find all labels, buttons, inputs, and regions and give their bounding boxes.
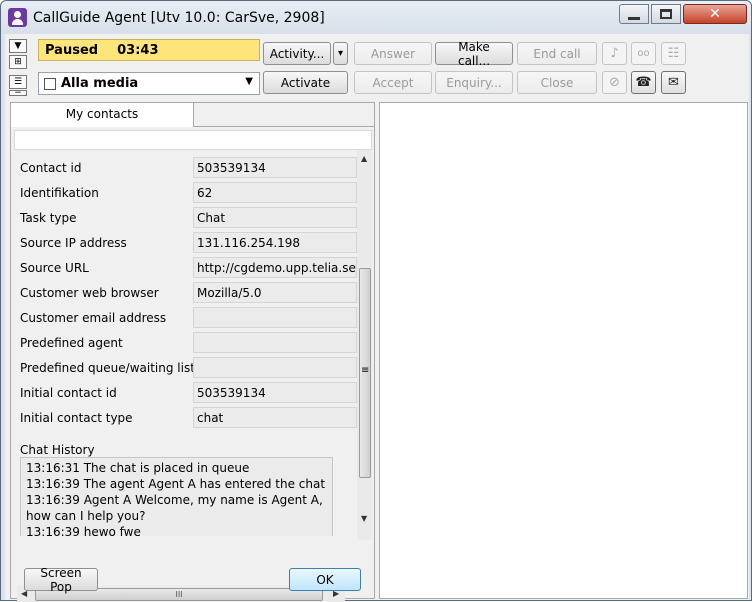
field-value[interactable] [193,357,357,378]
close-contact-button[interactable]: Close [517,71,597,94]
field-row-email: Customer email address [14,304,357,329]
maximize-icon [660,9,672,19]
field-row-contact-id: Contact id 503539134 [14,154,357,179]
app-window: CallGuide Agent [Utv 10.0: CarSve, 2908]… [0,0,752,602]
close-window-button[interactable]: ✕ [683,4,747,24]
agent-status-indicator: Paused 03:43 [38,39,260,61]
field-label: Source IP address [20,236,127,250]
field-value[interactable] [193,332,357,353]
end-call-button[interactable]: End call [517,42,597,65]
chat-line: 13:16:39 hewo fwe [26,525,141,536]
ok-button[interactable]: OK [289,568,361,591]
scroll-grip-icon: ≡ [361,365,370,376]
field-row-initial-contact-type: Initial contact type chat [14,404,357,429]
tab-divider [194,126,374,127]
media-selected-value: Alla media [61,76,139,91]
chevron-down-icon: ▼ [245,76,253,87]
field-value[interactable]: chat [193,407,357,428]
list-icon[interactable]: ☰ [9,75,27,89]
field-value[interactable]: 62 [193,182,357,203]
remove-window-icon[interactable]: − [9,89,27,98]
media-select[interactable]: Alla media ▼ [38,72,260,95]
activity-dropdown-button[interactable]: ▾ [333,42,348,65]
music-note-icon[interactable]: ♪ [602,42,627,65]
field-row-source-url: Source URL http://cgdemo.upp.telia.se/ [14,254,357,279]
activate-button[interactable]: Activate [263,71,348,94]
mute-icon[interactable]: ⊘ [602,71,627,94]
collapse-toggle-icon[interactable]: ▼ [9,39,27,53]
answer-button[interactable]: Answer [354,42,432,65]
vertical-scrollbar[interactable]: ▲ ≡ ▼ [357,150,372,540]
contact-workspace-panel [379,102,748,599]
field-value[interactable]: http://cgdemo.upp.telia.se/ [193,257,357,278]
chat-bubble-icon[interactable]: ✉ [661,71,686,94]
field-row-source-ip: Source IP address 131.116.254.198 [14,229,357,254]
title-bar[interactable]: CallGuide Agent [Utv 10.0: CarSve, 2908]… [1,1,751,34]
field-label: Customer email address [20,311,167,325]
chat-line: 13:16:39 Agent A Welcome, my name is Age… [26,493,323,507]
scroll-up-icon[interactable]: ▲ [361,154,367,163]
window-title: CallGuide Agent [Utv 10.0: CarSve, 2908] [33,10,325,26]
add-window-icon[interactable]: ⊞ [9,55,27,69]
field-value[interactable] [193,307,357,328]
accept-button[interactable]: Accept [354,71,432,94]
field-row-predefined-queue: Predefined queue/waiting list [14,354,357,379]
chat-line: 13:16:31 The chat is placed in queue [26,461,250,475]
field-value[interactable]: 503539134 [193,382,357,403]
field-label: Contact id [20,161,82,175]
media-icon [44,78,56,90]
voicemail-icon[interactable]: oo [631,42,656,65]
chat-line: how can I help you? [26,509,146,523]
field-row-task-type: Task type Chat [14,204,357,229]
field-label: Identifikation [20,186,99,200]
client-area: ▼ ⊞ ☰ − Paused 03:43 Alla media ▼ Activi… [5,34,749,602]
contact-header-strip [14,130,372,150]
agent-app-icon [8,8,27,27]
field-label: Initial contact type [20,411,133,425]
field-label: Predefined queue/waiting list [20,361,195,375]
chat-history-label: Chat History [20,443,95,457]
field-value[interactable]: Mozilla/5.0 [193,282,357,303]
keypad-icon[interactable]: ☷ [661,42,686,65]
field-row-identifikation: Identifikation 62 [14,179,357,204]
minimize-icon [628,16,640,20]
field-label: Predefined agent [20,336,123,350]
field-row-predefined-agent: Predefined agent [14,329,357,354]
chat-line: 13:16:39 The agent Agent A has entered t… [26,477,326,491]
contact-panel: My contacts Contact id 503539134 Identif… [10,102,375,602]
minimize-button[interactable] [619,4,649,24]
phone-icon[interactable]: ☎ [631,71,656,94]
vertical-scroll-thumb[interactable]: ≡ [359,268,371,478]
field-value[interactable]: Chat [193,207,357,228]
field-label: Initial contact id [20,386,117,400]
field-label: Source URL [20,261,89,275]
status-time: 03:43 [117,43,159,58]
maximize-button[interactable] [651,4,681,24]
field-row-browser: Customer web browser Mozilla/5.0 [14,279,357,304]
enquiry-button[interactable]: Enquiry... [435,71,513,94]
scroll-down-icon[interactable]: ▼ [361,514,367,523]
field-value[interactable]: 131.116.254.198 [193,232,357,253]
make-call-button[interactable]: Make call... [435,40,513,68]
status-state: Paused [45,43,99,58]
close-icon: ✕ [709,6,721,22]
contact-details-form: Contact id 503539134 Identifikation 62 T… [14,150,357,536]
chat-history-box[interactable]: 13:16:31 The chat is placed in queue 13:… [20,457,333,536]
field-label: Customer web browser [20,286,159,300]
tab-my-contacts[interactable]: My contacts [11,103,194,127]
screen-pop-button[interactable]: Screen Pop [24,566,98,594]
field-value[interactable]: 503539134 [193,157,357,178]
activity-button[interactable]: Activity... [263,42,331,65]
field-row-initial-contact-id: Initial contact id 503539134 [14,379,357,404]
field-label: Task type [20,211,77,225]
